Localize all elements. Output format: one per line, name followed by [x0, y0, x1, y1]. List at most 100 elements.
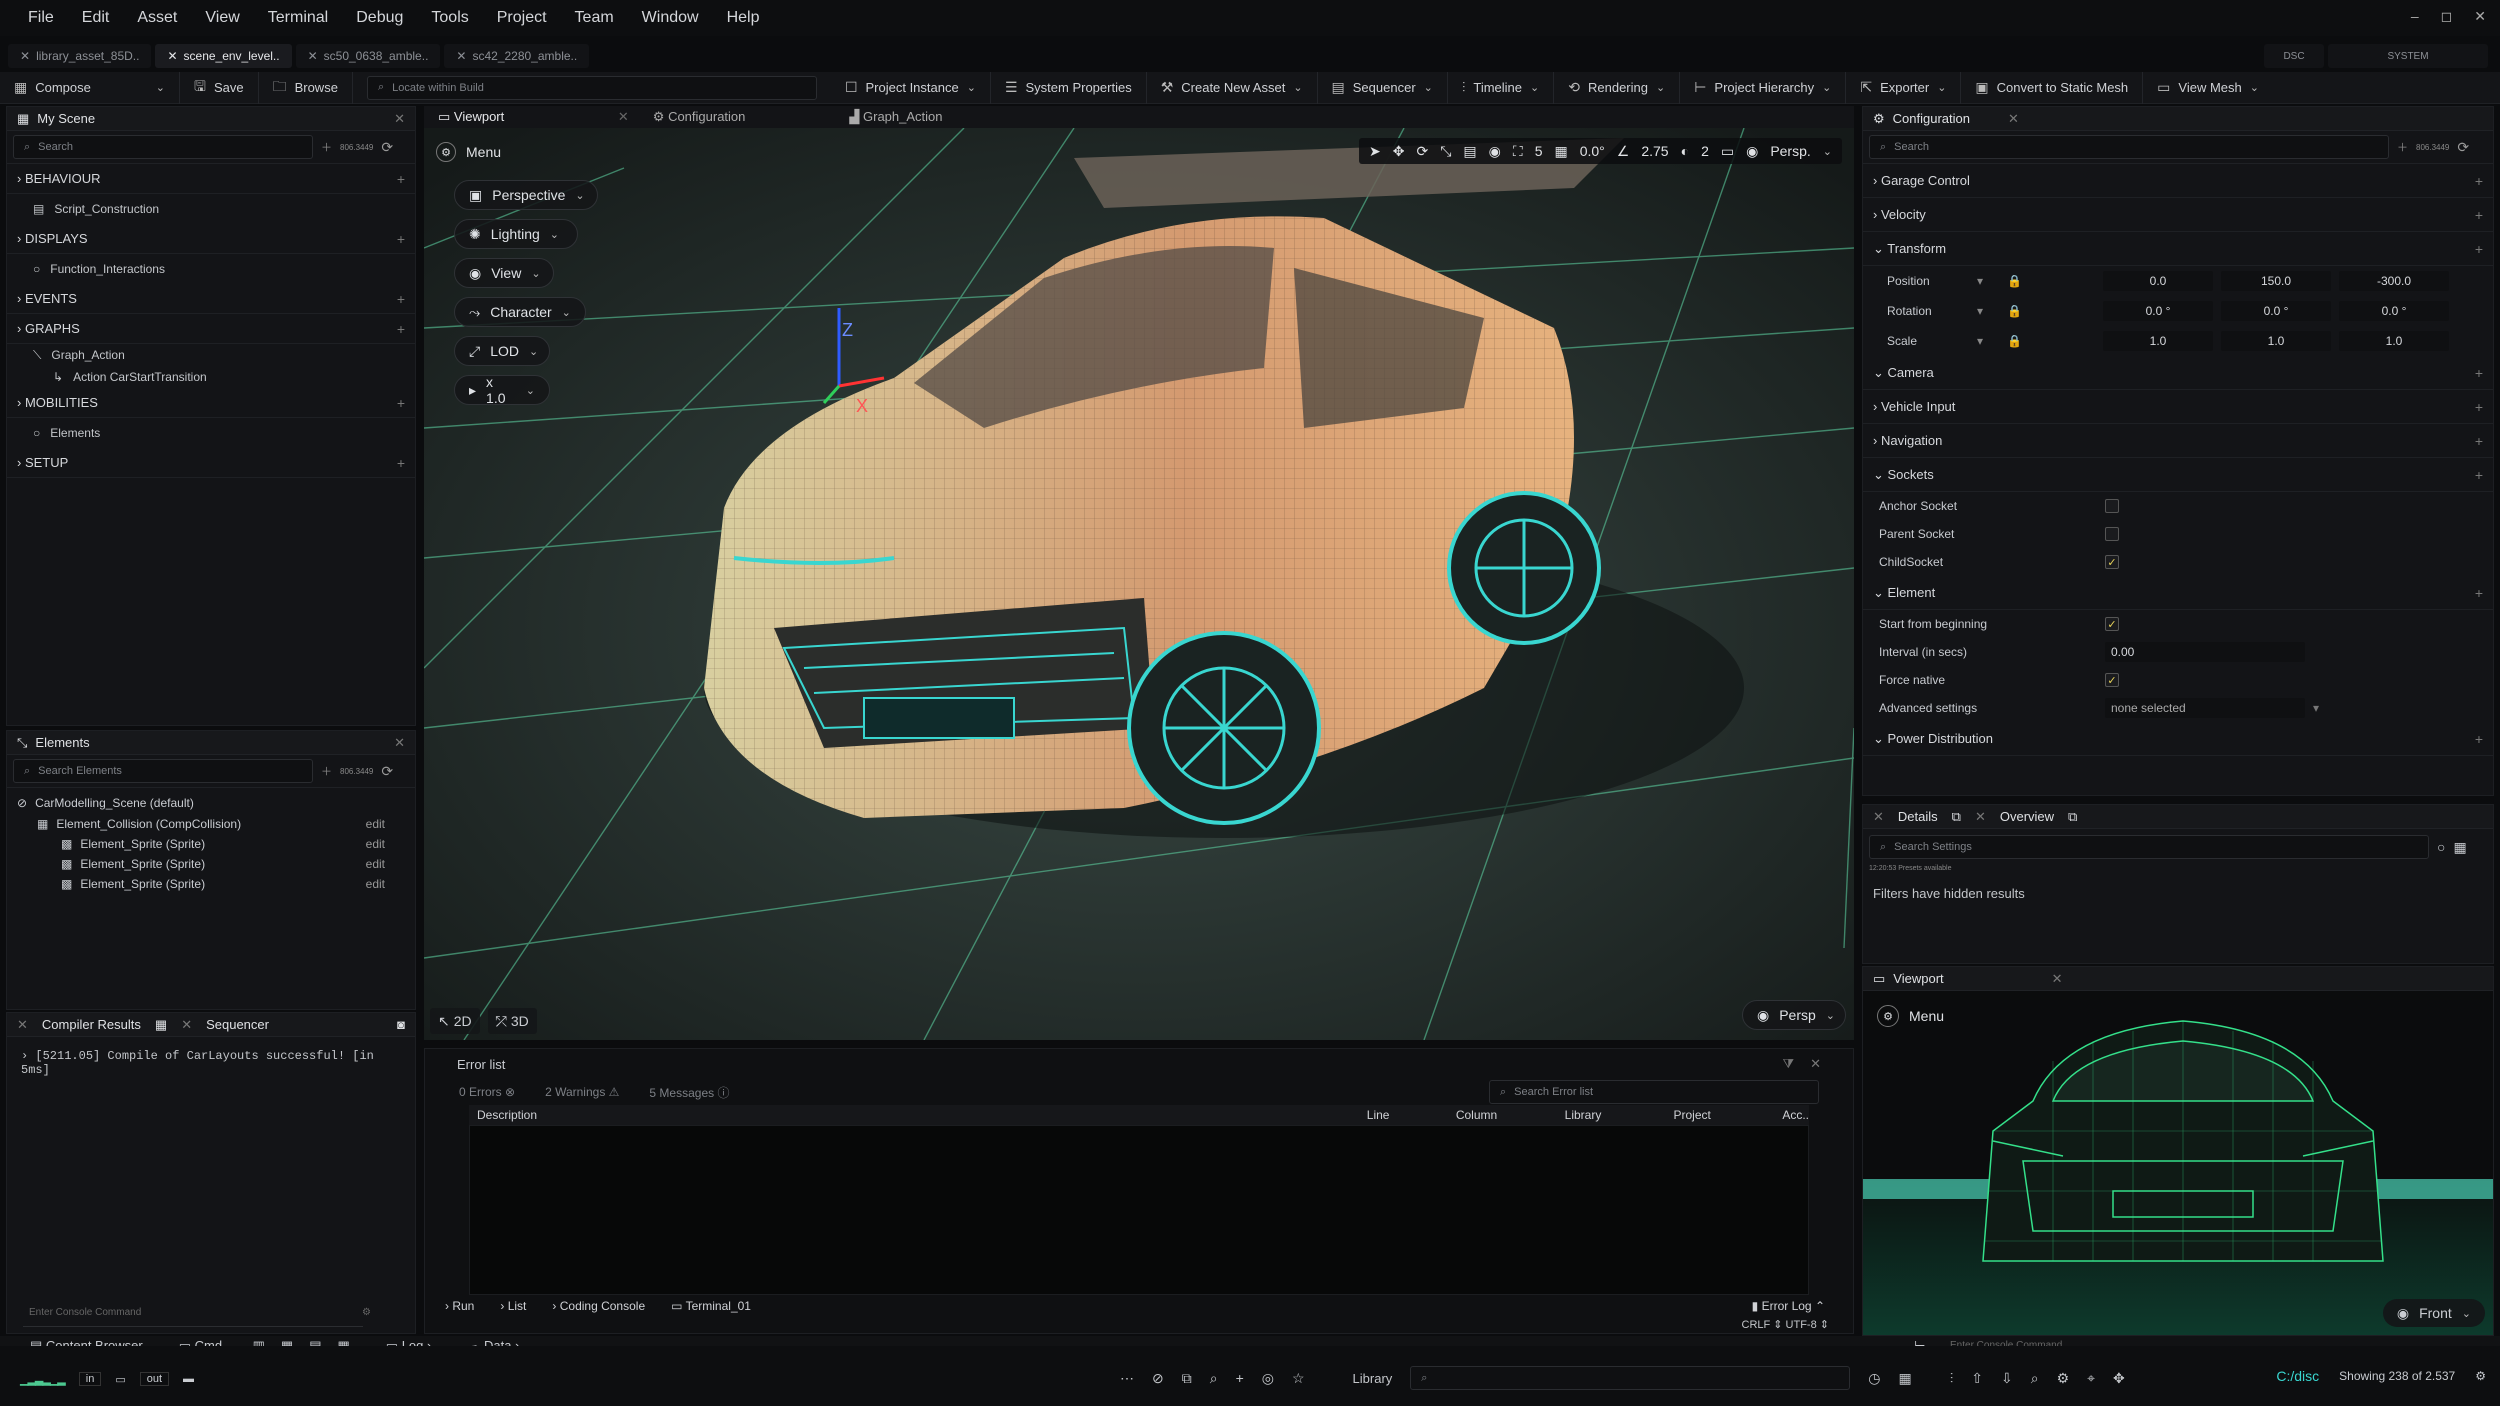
add-icon[interactable]: + — [2475, 731, 2483, 747]
force-native-checkbox[interactable]: ✓ — [2105, 673, 2119, 687]
tree-item[interactable]: ▩ Element_Sprite (Sprite) edit — [7, 834, 415, 854]
path-label[interactable]: C:/disc — [2276, 1368, 2319, 1384]
rotation-z-field[interactable]: 0.0 ° — [2339, 301, 2449, 321]
error-search-input[interactable]: ⌕ Search Error list — [1489, 1080, 1819, 1104]
edit-link[interactable]: edit — [366, 857, 385, 871]
front-view-dropdown[interactable]: ◉ Front ⌄ — [2382, 1299, 2485, 1327]
main-viewport[interactable]: Z X ⚙ Menu ▣ Perspective ⌄ ✺ Lighting ⌄ ◉ View… — [424, 128, 1854, 1040]
calculator-icon[interactable]: ▦ — [2453, 839, 2466, 856]
chevron-down-icon[interactable]: ▾ — [2313, 701, 2319, 715]
menu-asset[interactable]: Asset — [123, 9, 191, 27]
lock-icon[interactable]: 🔒 — [2007, 304, 2103, 318]
menu-window[interactable]: Window — [628, 9, 713, 27]
download-icon[interactable]: ⇩ — [2001, 1370, 2013, 1387]
list-item[interactable]: ○ Function_Interactions — [7, 254, 415, 284]
rotation-y-field[interactable]: 0.0 ° — [2221, 301, 2331, 321]
doc-tab-active[interactable]: ✕ scene_env_level.. — [155, 44, 292, 68]
compose-dropdown[interactable]: ▦ Compose ⌄ — [0, 71, 180, 104]
filter-circle-icon[interactable]: ○ — [2437, 839, 2445, 855]
add-button[interactable]: ＋ — [2397, 139, 2408, 155]
close-icon[interactable]: ✕ — [181, 1017, 192, 1033]
col-description[interactable]: Description — [469, 1108, 1359, 1122]
scale-icon[interactable]: ⤡ — [1440, 143, 1451, 160]
col-project[interactable]: Project — [1666, 1108, 1775, 1122]
tab-details[interactable]: Details — [1898, 809, 1938, 824]
view-mesh-dropdown[interactable]: ▭ View Mesh ⌄ — [2143, 72, 2273, 104]
scale-snap-icon[interactable]: ◐ — [1681, 143, 1689, 159]
add-button[interactable]: ＋ — [321, 139, 332, 155]
section-graphs[interactable]: › GRAPHS + — [7, 314, 415, 344]
close-icon[interactable]: ✕ — [20, 49, 30, 63]
speed-dropdown[interactable]: ▸ x 1.0 ⌄ — [454, 374, 550, 406]
scale-x-field[interactable]: 1.0 — [2103, 331, 2213, 351]
advanced-settings-select[interactable]: none selected — [2105, 698, 2305, 718]
star-icon[interactable]: ☆ — [1292, 1370, 1305, 1387]
add-icon[interactable]: + — [2475, 433, 2483, 449]
tree-item[interactable]: ▩ Element_Sprite (Sprite) edit — [7, 854, 415, 874]
add-icon[interactable]: + — [2475, 241, 2483, 257]
config-search-input[interactable]: ⌕ Search — [1869, 135, 2389, 159]
section-events[interactable]: › EVENTS + — [7, 284, 415, 314]
settings-icon[interactable]: ⚙ — [2475, 1369, 2486, 1383]
calculator-icon[interactable]: ▦ — [1899, 1370, 1912, 1387]
col-line[interactable]: Line — [1359, 1108, 1448, 1122]
menu-team[interactable]: Team — [561, 9, 628, 27]
in-toggle[interactable]: ▭ — [115, 1373, 125, 1386]
edit-link[interactable]: edit — [366, 877, 385, 891]
close-icon[interactable]: ✕ — [308, 49, 318, 63]
timeline-dropdown[interactable]: ⫶ Timeline ⌄ — [1448, 71, 1555, 104]
section-power-distribution[interactable]: ⌄ Power Distribution + — [1863, 722, 2493, 756]
doc-tab[interactable]: ✕ library_asset_85D.. — [8, 44, 152, 68]
layers-icon[interactable]: ▤ — [1463, 143, 1476, 160]
errors-filter[interactable]: 0 Errors ⊗ — [459, 1085, 515, 1099]
close-icon[interactable]: ✕ — [17, 1017, 28, 1033]
details-search-input[interactable]: ⌕ Search Settings — [1869, 835, 2429, 859]
add-icon[interactable]: + — [397, 171, 405, 187]
tab-run[interactable]: › Run — [445, 1299, 474, 1313]
close-window-button[interactable]: ✕ — [2474, 8, 2486, 25]
in-label[interactable]: in — [78, 1372, 102, 1386]
library-search-input[interactable]: ⌕ — [1410, 1366, 1851, 1390]
tab-viewport[interactable]: ▭ Viewport ✕ — [438, 109, 629, 125]
tree-item[interactable]: ▦ Element_Collision (CompCollision) edit — [7, 814, 415, 834]
section-camera[interactable]: ⌄ Camera + — [1863, 356, 2493, 390]
viewport-menu[interactable]: ⚙ Menu — [436, 142, 501, 162]
section-vehicle-input[interactable]: › Vehicle Input + — [1863, 390, 2493, 424]
mode-2d-button[interactable]: ↖ 2D — [430, 1008, 480, 1034]
section-garage-control[interactable]: › Garage Control + — [1863, 164, 2493, 198]
anchor-socket-checkbox[interactable] — [2105, 499, 2119, 513]
section-mobilities[interactable]: › MOBILITIES + — [7, 388, 415, 418]
lod-dropdown[interactable]: ⤢ LOD ⌄ — [454, 336, 550, 366]
parent-socket-checkbox[interactable] — [2105, 527, 2119, 541]
refresh-icon[interactable]: ⟳ — [381, 139, 393, 156]
minimize-button[interactable]: – — [2411, 8, 2419, 25]
mini-menu[interactable]: ⚙ Menu — [1877, 1005, 1944, 1027]
close-icon[interactable]: ✕ — [2008, 111, 2019, 127]
project-hierarchy-dropdown[interactable]: ⊢ Project Hierarchy ⌄ — [1680, 71, 1847, 104]
convert-static-mesh-button[interactable]: ▣ Convert to Static Mesh — [1961, 71, 2144, 104]
close-icon[interactable]: ✕ — [456, 49, 466, 63]
tab-dsc[interactable]: DSC — [2264, 44, 2324, 68]
pin-icon[interactable]: ⌖ — [2087, 1370, 2095, 1387]
add-icon[interactable]: + — [397, 455, 405, 471]
plus-icon[interactable]: + — [1236, 1370, 1244, 1386]
doc-tab[interactable]: ✕ sc42_2280_amble.. — [444, 44, 590, 68]
scene-search-input[interactable]: ⌕ Search — [13, 135, 313, 159]
tab-configuration[interactable]: ⚙ Configuration — [653, 109, 746, 125]
add-icon[interactable]: + — [2475, 365, 2483, 381]
encoding-status[interactable]: CRLF ⇕ UTF-8 ⇕ — [1742, 1318, 1830, 1331]
position-y-field[interactable]: 150.0 — [2221, 271, 2331, 291]
select-icon[interactable]: ➤ — [1369, 143, 1381, 160]
mini-viewport-scene[interactable] — [1863, 991, 2493, 1335]
rendering-dropdown[interactable]: ⟲ Rendering ⌄ — [1554, 71, 1681, 104]
list-item[interactable]: ↳ Action CarStartTransition — [7, 366, 415, 388]
add-icon[interactable]: + — [2475, 467, 2483, 483]
browse-button[interactable]: 🗀 Browse — [259, 71, 353, 104]
tab-sequencer[interactable]: Sequencer — [206, 1017, 269, 1032]
camera-icon[interactable]: ▭ — [1721, 143, 1734, 160]
error-log-button[interactable]: ▮ Error Log ⌃ — [1752, 1299, 1825, 1313]
close-icon[interactable]: ✕ — [394, 735, 405, 751]
tab-overview[interactable]: Overview — [2000, 809, 2054, 824]
tab-compiler-results[interactable]: Compiler Results — [42, 1017, 141, 1032]
section-sockets[interactable]: ⌄ Sockets + — [1863, 458, 2493, 492]
